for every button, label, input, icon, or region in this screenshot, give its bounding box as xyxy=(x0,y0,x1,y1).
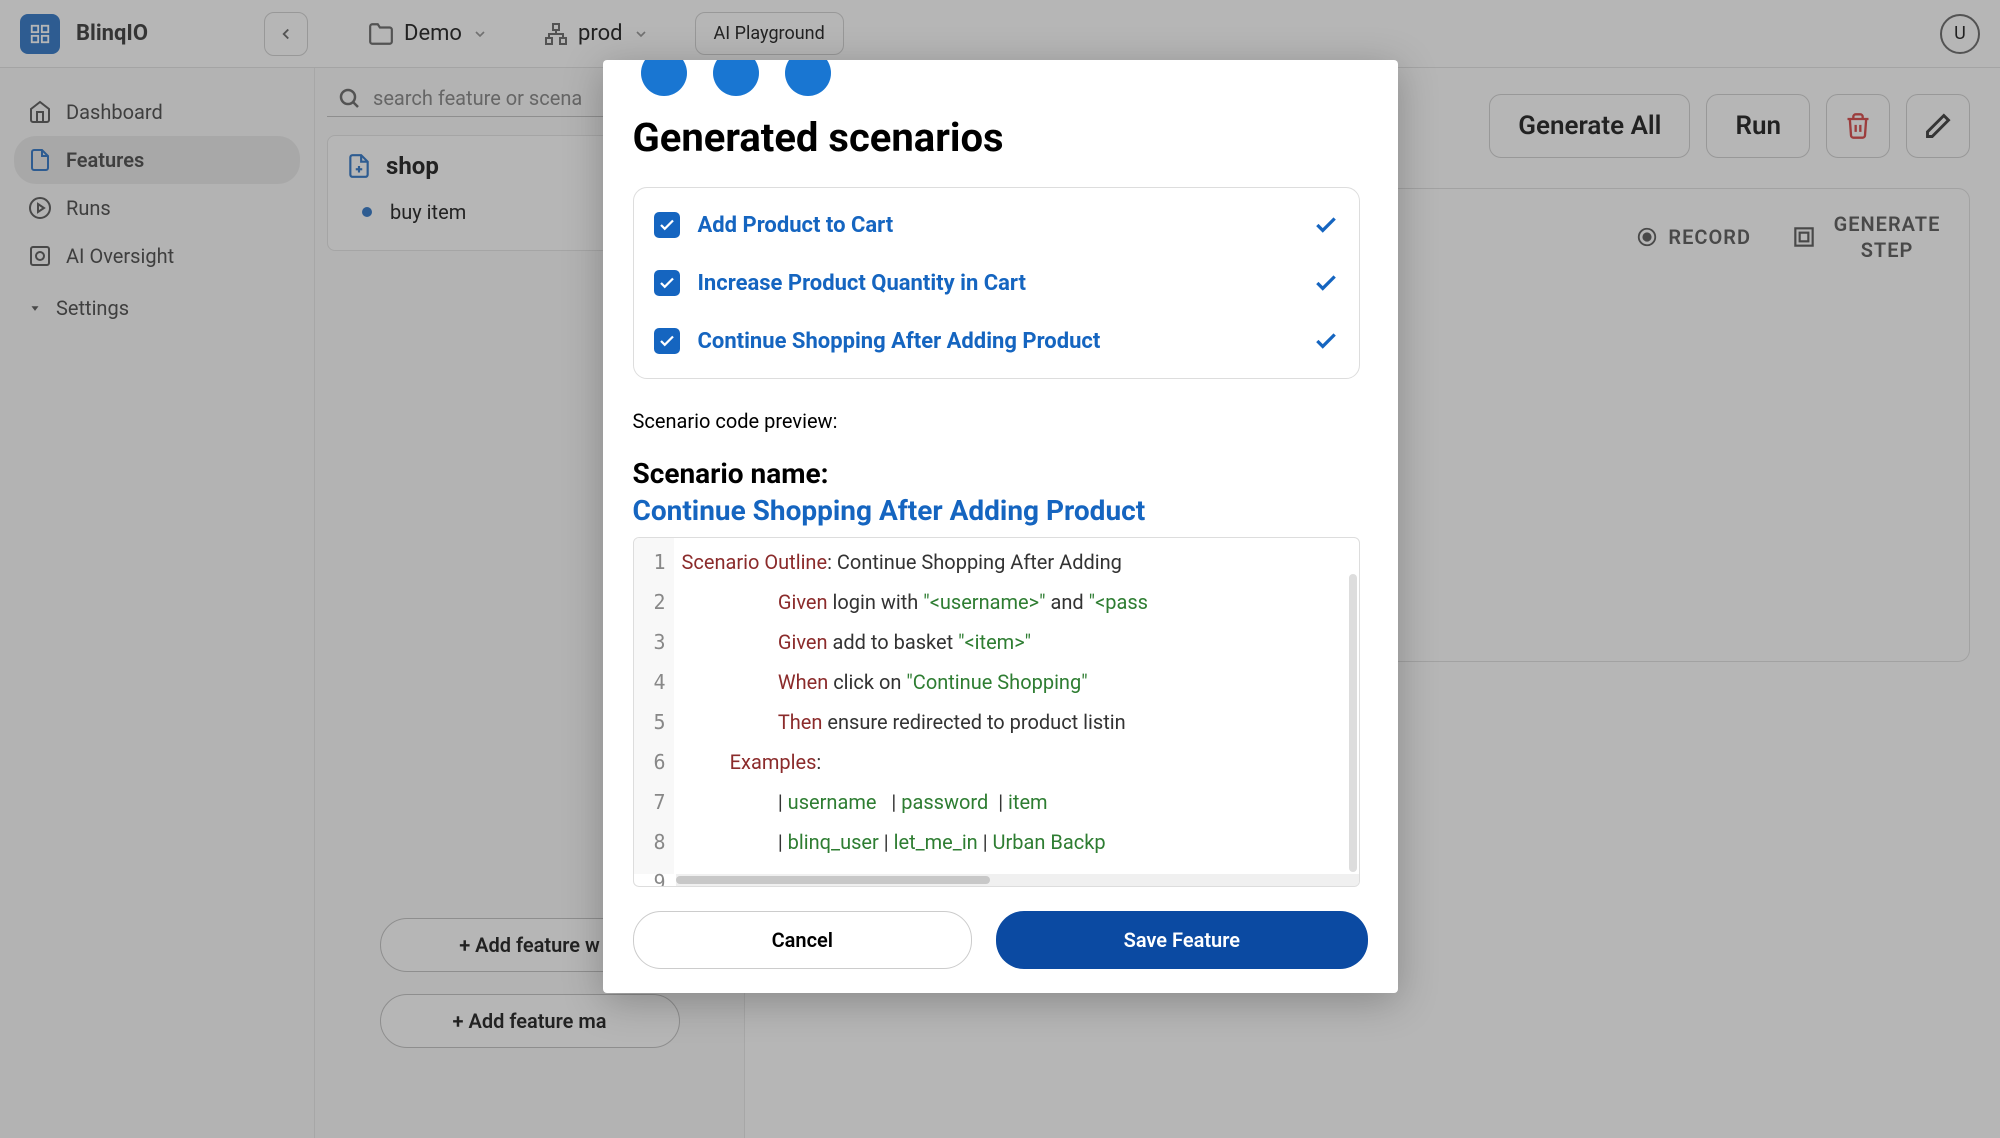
generated-scenario-list: Add Product to Cart Increase Product Qua… xyxy=(633,187,1360,379)
scenario-checkbox[interactable] xyxy=(654,212,680,238)
modal-title: Generated scenarios xyxy=(633,114,1360,161)
cancel-button[interactable]: Cancel xyxy=(633,911,973,969)
step-dot xyxy=(785,60,831,96)
code-editor[interactable]: 123456789 Scenario Outline: Continue Sho… xyxy=(633,537,1360,887)
code-vertical-scrollbar[interactable] xyxy=(1349,574,1357,872)
save-feature-button[interactable]: Save Feature xyxy=(996,911,1367,969)
modal-footer: Cancel Save Feature xyxy=(603,895,1398,993)
code-gutter: 123456789 xyxy=(634,538,674,874)
selected-scenario-name: Continue Shopping After Adding Product xyxy=(633,494,1360,527)
generated-scenario-item[interactable]: Continue Shopping After Adding Product xyxy=(644,312,1349,370)
modal-step-indicator xyxy=(641,60,1360,96)
scenario-label: Increase Product Quantity in Cart xyxy=(698,271,1295,296)
check-icon xyxy=(1313,270,1339,296)
generated-scenario-item[interactable]: Increase Product Quantity in Cart xyxy=(644,254,1349,312)
code-body: Scenario Outline: Continue Shopping Afte… xyxy=(676,538,1359,874)
check-icon xyxy=(1313,212,1339,238)
generated-scenario-item[interactable]: Add Product to Cart xyxy=(644,196,1349,254)
step-dot xyxy=(713,60,759,96)
scenario-checkbox[interactable] xyxy=(654,328,680,354)
scenario-checkbox[interactable] xyxy=(654,270,680,296)
step-dot xyxy=(641,60,687,96)
code-horizontal-scrollbar[interactable] xyxy=(676,874,1359,886)
check-icon xyxy=(1313,328,1339,354)
code-preview-label: Scenario code preview: xyxy=(633,409,1360,433)
modal-overlay: Generated scenarios Add Product to Cart … xyxy=(0,0,2000,1138)
scenario-label: Continue Shopping After Adding Product xyxy=(698,329,1295,354)
scenario-label: Add Product to Cart xyxy=(698,213,1295,238)
generated-scenarios-modal: Generated scenarios Add Product to Cart … xyxy=(603,60,1398,993)
scenario-name-heading: Scenario name: xyxy=(633,457,1360,490)
